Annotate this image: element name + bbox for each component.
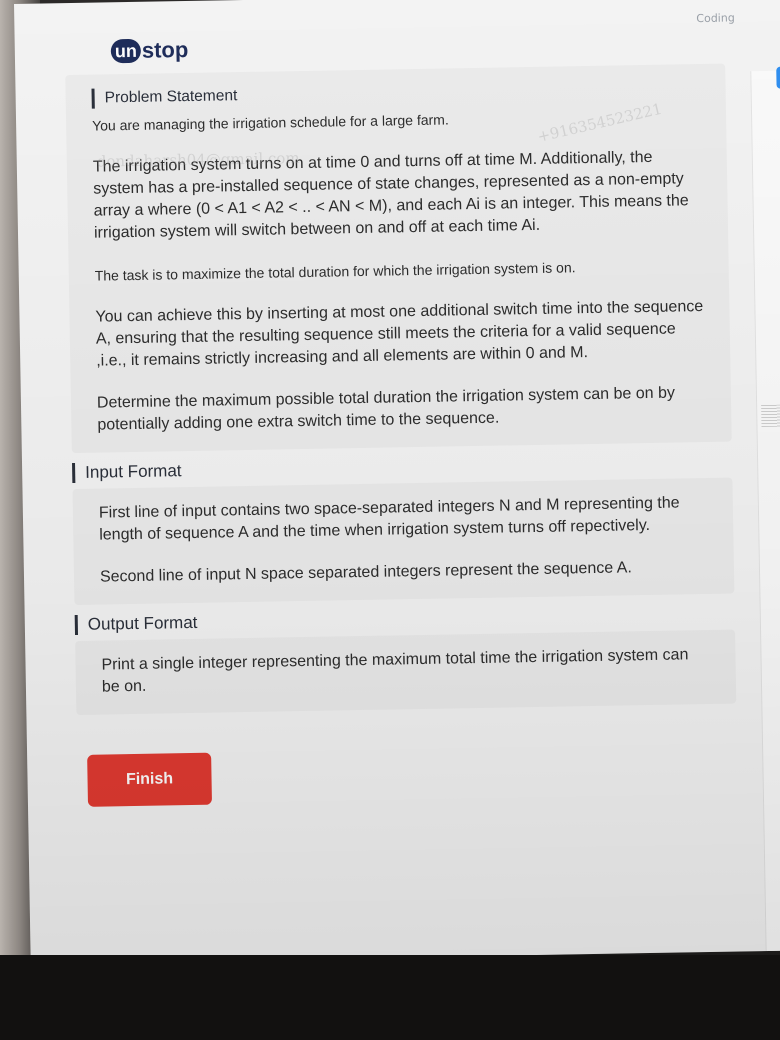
editor-action-button[interactable]	[776, 66, 780, 89]
device-bezel-bottom	[0, 955, 780, 1040]
output-format-title: Output Format	[87, 612, 198, 634]
problem-paragraph-4: You can achieve this by inserting at mos…	[95, 298, 704, 370]
finish-button[interactable]: Finish	[87, 752, 213, 807]
unstop-logo[interactable]: un stop	[110, 36, 189, 64]
output-format-card: Print a single integer representing the …	[75, 629, 737, 716]
problem-statement-heading: Problem Statement	[91, 78, 699, 109]
problem-paragraph-3: The task is to maximize the total durati…	[94, 259, 576, 284]
problem-paragraph-5: Determine the maximum possible total dur…	[96, 384, 676, 434]
logo-text: stop	[141, 36, 189, 63]
heading-bar	[72, 463, 76, 484]
code-editor-panel[interactable]: 23456789101112131415161718192021222324	[750, 66, 780, 952]
input-paragraph-1: First line of input contains two space-s…	[98, 494, 680, 544]
input-format-title: Input Format	[85, 461, 182, 482]
heading-bar	[74, 614, 79, 636]
logo-badge: un	[110, 38, 142, 64]
input-format-card: First line of input contains two space-s…	[72, 477, 735, 606]
problem-panel: Problem Statement You are managing the i…	[65, 63, 738, 807]
editor-minimap	[761, 404, 780, 428]
input-paragraph-2: Second line of input N space separated i…	[99, 559, 632, 586]
screen: unstop Coding 23456789101112131415161718…	[14, 0, 780, 964]
problem-paragraph-1: You are managing the irrigation schedule…	[91, 111, 449, 134]
problem-statement-card: Problem Statement You are managing the i…	[65, 63, 732, 454]
problem-statement-title: Problem Statement	[104, 87, 238, 107]
output-paragraph-1: Print a single integer representing the …	[101, 646, 689, 696]
problem-paragraph-2: The irrigation system turns on at time 0…	[92, 148, 689, 242]
coding-tab-label[interactable]: Coding	[696, 11, 735, 25]
heading-bar	[91, 88, 95, 109]
